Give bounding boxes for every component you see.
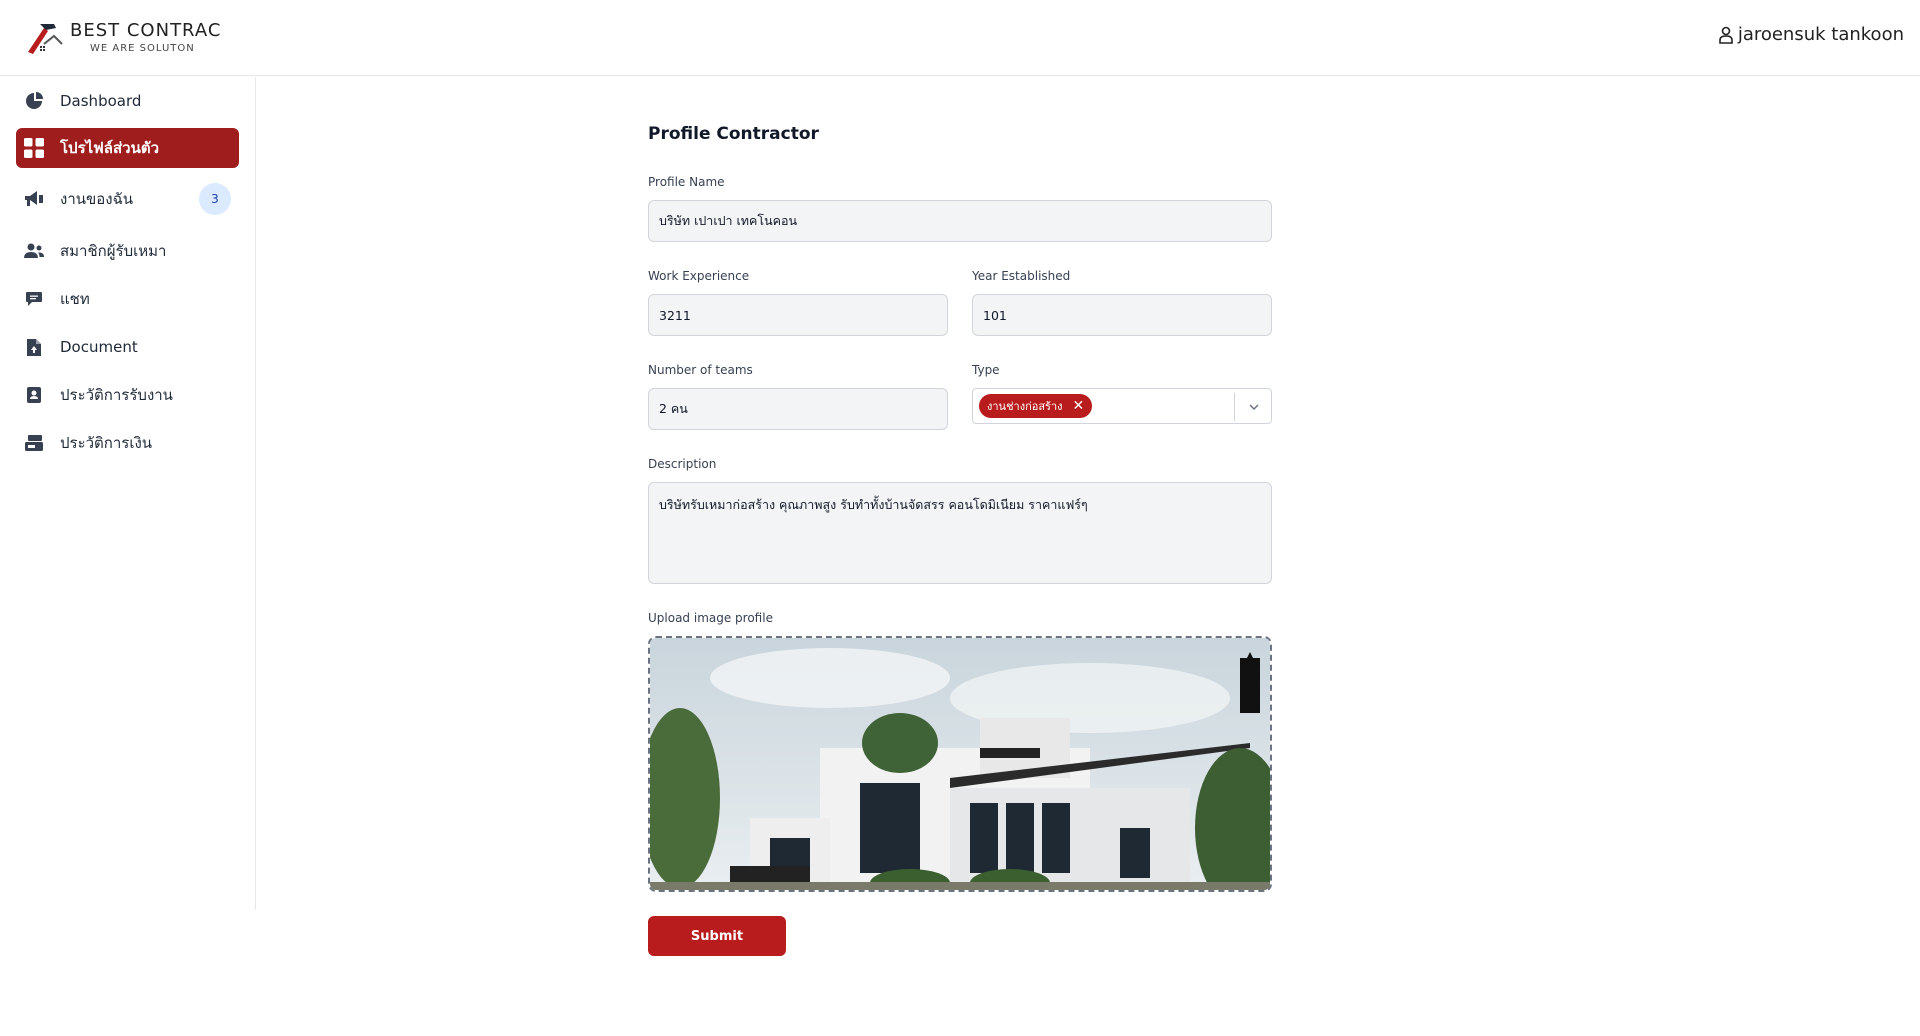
sidebar-item-dashboard[interactable]: Dashboard (16, 81, 239, 121)
type-select[interactable]: งานช่างก่อสร้าง ✕ (972, 388, 1272, 424)
jobs-count-badge: 3 (199, 183, 231, 215)
brand-logo[interactable]: BEST CONTRAC WE ARE SOLUTON (24, 18, 221, 58)
work-experience-label: Work Experience (648, 269, 750, 283)
description-textarea[interactable]: บริษัทรับเหมาก่อสร้าง คุณภาพสูง รับทำทั้… (648, 482, 1272, 584)
megaphone-icon (24, 189, 44, 209)
sidebar-item-profile[interactable]: โปรไฟล์ส่วนตัว (16, 128, 239, 168)
user-menu[interactable]: jaroensuk tankoon (1718, 24, 1904, 45)
brand-subtitle: WE ARE SOLUTON (90, 43, 195, 54)
description-label: Description (648, 457, 717, 471)
sidebar-item-members[interactable]: สมาชิกผู้รับเหมา (16, 231, 239, 271)
profile-name-label: Profile Name (648, 175, 725, 189)
top-header: BEST CONTRAC WE ARE SOLUTON jaroensuk ta… (0, 0, 1920, 76)
pie-chart-icon (24, 91, 44, 111)
sidebar-item-document[interactable]: Document (16, 327, 239, 367)
year-established-input[interactable]: 101 (972, 294, 1272, 336)
users-icon (24, 241, 44, 261)
sidebar-item-label: Document (60, 338, 138, 356)
sidebar-item-label: Dashboard (60, 92, 142, 110)
sidebar-item-label: แชท (60, 290, 90, 308)
type-chip-label: งานช่างก่อสร้าง (987, 400, 1063, 413)
sidebar-item-my-jobs[interactable]: งานของฉัน 3 (16, 179, 239, 219)
profile-name-input[interactable]: บริษัท เปาเปา เทคโนคอน (648, 200, 1272, 242)
sidebar-item-job-history[interactable]: ประวัติการรับงาน (16, 375, 239, 415)
sidebar-item-label: ประวัติการเงิน (60, 434, 153, 452)
sidebar-item-chat[interactable]: แชท (16, 279, 239, 319)
submit-button[interactable]: Submit (648, 916, 786, 956)
close-icon[interactable]: ✕ (1073, 398, 1085, 414)
select-divider (1234, 393, 1235, 421)
cash-register-icon (24, 433, 44, 453)
page-title: Profile Contractor (648, 124, 819, 144)
sidebar-item-label: สมาชิกผู้รับเหมา (60, 242, 167, 260)
chat-icon (24, 289, 44, 309)
brand-title: BEST CONTRAC (70, 20, 222, 41)
number-of-teams-input[interactable]: 2 คน (648, 388, 948, 430)
grid-icon (24, 138, 44, 158)
chevron-down-icon[interactable] (1247, 399, 1261, 418)
sidebar: Dashboard โปรไฟล์ส่วนตัว งานของฉัน 3 สมา… (0, 77, 256, 910)
sidebar-item-label: งานของฉัน (60, 190, 134, 208)
work-experience-input[interactable]: 3211 (648, 294, 948, 336)
sidebar-item-label: ประวัติการรับงาน (60, 386, 173, 404)
house-photo (650, 638, 1270, 890)
upload-label: Upload image profile (648, 611, 773, 625)
hammer-house-icon (24, 18, 64, 58)
type-label: Type (972, 363, 1000, 377)
sidebar-item-label: โปรไฟล์ส่วนตัว (60, 139, 159, 157)
number-of-teams-label: Number of teams (648, 363, 753, 377)
document-icon (24, 337, 44, 357)
sidebar-item-finance-history[interactable]: ประวัติการเงิน (16, 423, 239, 463)
user-name: jaroensuk tankoon (1737, 24, 1904, 45)
contact-card-icon (24, 385, 44, 405)
type-chip: งานช่างก่อสร้าง ✕ (979, 394, 1093, 418)
year-established-label: Year Established (972, 269, 1071, 283)
upload-dropzone[interactable] (648, 636, 1272, 892)
user-icon (1719, 26, 1733, 44)
